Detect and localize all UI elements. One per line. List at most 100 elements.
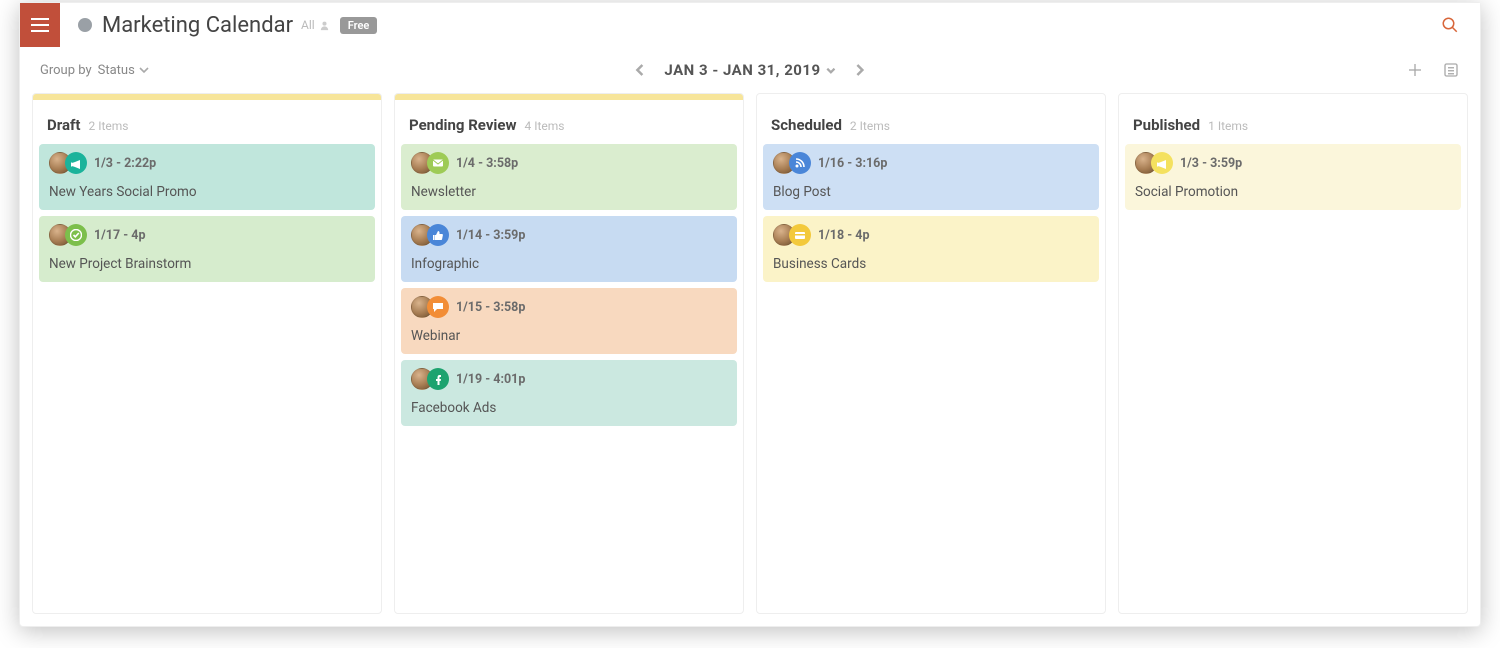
column-count: 1 Items (1208, 119, 1248, 133)
card-meta: 1/19 - 4:01p (411, 368, 727, 390)
card-title: Facebook Ads (411, 400, 727, 416)
main-menu-button[interactable] (20, 3, 60, 47)
date-prev-button[interactable] (630, 60, 650, 80)
card-meta: 1/3 - 2:22p (49, 152, 365, 174)
card-meta: 1/16 - 3:16p (773, 152, 1089, 174)
top-bar: Marketing Calendar All Free (20, 3, 1480, 47)
card-avatar-group (49, 224, 87, 246)
content-type-icon (65, 152, 87, 174)
content-type-icon (789, 152, 811, 174)
card-avatar-group (773, 224, 811, 246)
card-datetime: 1/4 - 3:58p (456, 156, 518, 171)
content-type-icon (427, 296, 449, 318)
card-datetime: 1/16 - 3:16p (818, 156, 887, 171)
chevron-down-icon (827, 66, 836, 75)
content-type-icon (427, 152, 449, 174)
card-meta: 1/17 - 4p (49, 224, 365, 246)
card-list: 1/16 - 3:16p Blog Post 1/18 - 4p Busines… (757, 144, 1105, 282)
card-list: 1/3 - 2:22p New Years Social Promo 1/17 … (33, 144, 381, 282)
users-icon (319, 20, 330, 31)
card-meta: 1/15 - 3:58p (411, 296, 727, 318)
column-title: Published (1133, 116, 1200, 134)
card-title: New Project Brainstorm (49, 256, 365, 272)
card-datetime: 1/19 - 4:01p (456, 372, 525, 387)
column-count: 2 Items (88, 119, 128, 133)
page-filter-meta[interactable]: All (301, 18, 330, 32)
card-title: Blog Post (773, 184, 1089, 200)
groupby-label: Group by (40, 63, 92, 78)
project-color-dot (78, 18, 92, 32)
column-title: Pending Review (409, 116, 517, 134)
card-avatar-group (49, 152, 87, 174)
column-count: 4 Items (525, 119, 565, 133)
card-avatar-group (411, 224, 449, 246)
kanban-board: Draft 2 Items 1/3 - 2:22p New Years Socia… (20, 93, 1480, 626)
card[interactable]: 1/17 - 4p New Project Brainstorm (39, 216, 375, 282)
card[interactable]: 1/18 - 4p Business Cards (763, 216, 1099, 282)
card-avatar-group (411, 368, 449, 390)
kanban-column: Pending Review 4 Items 1/4 - 3:58p Newsle… (394, 93, 744, 614)
card-meta: 1/4 - 3:58p (411, 152, 727, 174)
card-datetime: 1/14 - 3:59p (456, 228, 525, 243)
card-datetime: 1/3 - 3:59p (1180, 156, 1242, 171)
card-title: Infographic (411, 256, 727, 272)
card-meta: 1/18 - 4p (773, 224, 1089, 246)
hamburger-icon (31, 18, 49, 32)
date-range-text: JAN 3 - JAN 31, 2019 (664, 61, 820, 79)
kanban-column: Draft 2 Items 1/3 - 2:22p New Years Socia… (32, 93, 382, 614)
card-datetime: 1/17 - 4p (94, 228, 146, 243)
list-view-button[interactable] (1442, 61, 1460, 79)
card[interactable]: 1/14 - 3:59p Infographic (401, 216, 737, 282)
card-title: Social Promotion (1135, 184, 1451, 200)
card-title: Webinar (411, 328, 727, 344)
card[interactable]: 1/16 - 3:16p Blog Post (763, 144, 1099, 210)
content-type-icon (427, 368, 449, 390)
card-title: Business Cards (773, 256, 1089, 272)
content-type-icon (65, 224, 87, 246)
chevron-down-icon (139, 65, 149, 75)
card-datetime: 1/15 - 3:58p (456, 300, 525, 315)
page-title: Marketing Calendar (102, 13, 293, 38)
column-title: Scheduled (771, 116, 842, 134)
card-avatar-group (773, 152, 811, 174)
date-next-button[interactable] (850, 60, 870, 80)
kanban-column: Published 1 Items 1/3 - 3:59p Social Prom… (1118, 93, 1468, 614)
groupby-value: Status (98, 63, 135, 78)
plan-badge: Free (340, 17, 378, 34)
card-list: 1/4 - 3:58p Newsletter 1/14 - 3:59p Info… (395, 144, 743, 426)
card-datetime: 1/18 - 4p (818, 228, 870, 243)
chevron-left-icon (634, 64, 646, 76)
kanban-column: Scheduled 2 Items 1/16 - 3:16p Blog Post (756, 93, 1106, 614)
chevron-right-icon (854, 64, 866, 76)
card[interactable]: 1/19 - 4:01p Facebook Ads (401, 360, 737, 426)
column-header: Draft 2 Items (33, 100, 381, 144)
content-type-icon (789, 224, 811, 246)
add-button[interactable] (1406, 61, 1424, 79)
card-avatar-group (411, 296, 449, 318)
column-title: Draft (47, 116, 80, 134)
search-icon (1441, 16, 1459, 34)
column-count: 2 Items (850, 119, 890, 133)
column-header: Pending Review 4 Items (395, 100, 743, 144)
sub-toolbar: Group by Status JAN 3 - JAN 31, 2019 (20, 47, 1480, 93)
card-meta: 1/14 - 3:59p (411, 224, 727, 246)
card-avatar-group (1135, 152, 1173, 174)
content-type-icon (1151, 152, 1173, 174)
card-list: 1/3 - 3:59p Social Promotion (1119, 144, 1467, 210)
card-avatar-group (411, 152, 449, 174)
card[interactable]: 1/4 - 3:58p Newsletter (401, 144, 737, 210)
card[interactable]: 1/3 - 2:22p New Years Social Promo (39, 144, 375, 210)
column-header: Published 1 Items (1119, 100, 1467, 144)
column-header: Scheduled 2 Items (757, 100, 1105, 144)
date-range-selector[interactable]: JAN 3 - JAN 31, 2019 (664, 61, 835, 79)
content-type-icon (427, 224, 449, 246)
search-button[interactable] (1436, 11, 1464, 39)
card-title: Newsletter (411, 184, 727, 200)
page-filter-label: All (301, 18, 315, 32)
card[interactable]: 1/15 - 3:58p Webinar (401, 288, 737, 354)
groupby-selector[interactable]: Status (98, 63, 149, 78)
card-title: New Years Social Promo (49, 184, 365, 200)
card[interactable]: 1/3 - 3:59p Social Promotion (1125, 144, 1461, 210)
card-meta: 1/3 - 3:59p (1135, 152, 1451, 174)
card-datetime: 1/3 - 2:22p (94, 156, 156, 171)
